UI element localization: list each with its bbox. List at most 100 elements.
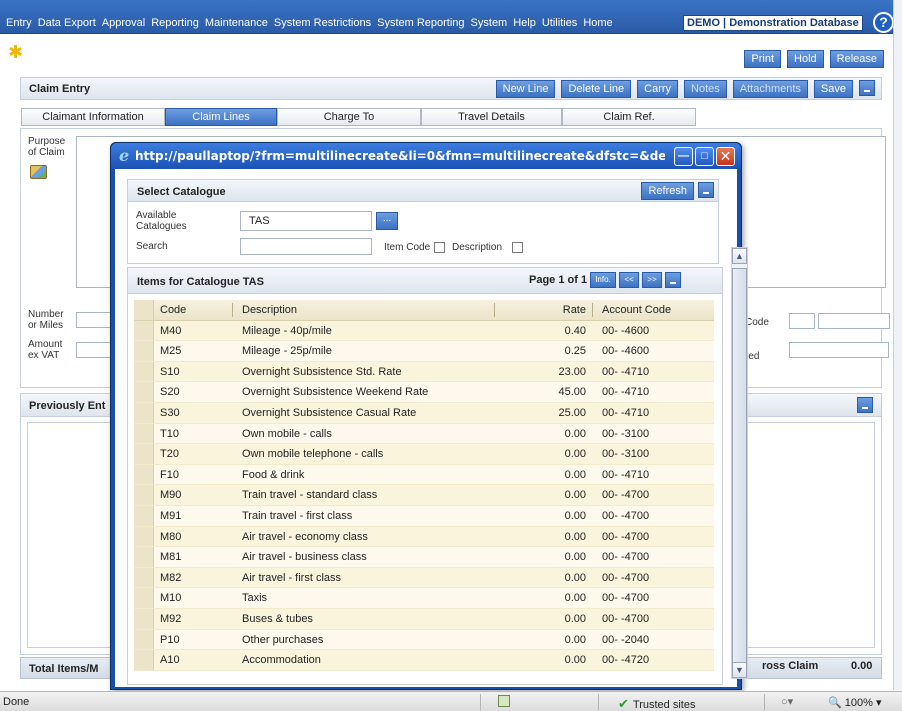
cell-account-code: 00- -4700 (602, 571, 650, 584)
row-selector[interactable] (134, 320, 154, 341)
collapse-button[interactable] (859, 80, 875, 96)
row-selector[interactable] (134, 444, 154, 464)
menu-item-system-reporting[interactable]: System Reporting (377, 17, 464, 29)
table-row[interactable]: S30 Overnight Subsistence Casual Rate 25.0… (134, 402, 714, 424)
table-row[interactable]: M80 Air travel - economy class 0.00 00- -47… (134, 526, 714, 548)
row-selector[interactable] (134, 464, 154, 485)
items-collapse-button[interactable] (665, 272, 681, 288)
col-code[interactable]: Code (160, 304, 186, 316)
menu-item-home[interactable]: Home (583, 17, 612, 29)
maximize-icon[interactable]: □ (695, 147, 714, 166)
security-zone[interactable]: ✔ Trusted sites (618, 696, 695, 711)
popup-titlebar[interactable]: e http://paullaptop/?frm=multilinecreate… (111, 143, 741, 169)
menu-item-approval[interactable]: Approval (102, 17, 145, 29)
required-field[interactable] (789, 342, 889, 358)
menu-item-reporting[interactable]: Reporting (151, 17, 199, 29)
row-selector[interactable] (134, 547, 154, 567)
scroll-down-icon[interactable]: ▼ (732, 662, 747, 678)
col-account-code[interactable]: Account Code (602, 304, 671, 316)
row-selector[interactable] (134, 567, 154, 588)
table-row[interactable]: S20 Overnight Subsistence Weekend Rate 45.… (134, 382, 714, 403)
zoom-level[interactable]: 🔍 100% ▾ (828, 696, 881, 709)
row-selector[interactable] (134, 588, 154, 608)
prev-page-button[interactable]: << (619, 272, 639, 288)
row-selector[interactable] (134, 608, 154, 629)
tab-travel-details[interactable]: Travel Details (421, 108, 562, 126)
menu-item-help[interactable]: Help (513, 17, 536, 29)
col-sep (592, 303, 593, 317)
row-selector[interactable] (134, 361, 154, 382)
row-selector[interactable] (134, 629, 154, 650)
table-row[interactable]: P10 Other purchases 0.00 00- -2040 (134, 629, 714, 651)
available-catalogues-field[interactable]: TAS (240, 211, 372, 231)
hold-button[interactable]: Hold (787, 50, 824, 68)
table-row[interactable]: S10 Overnight Subsistence Std. Rate 23.00 0… (134, 361, 714, 383)
menu-item-utilities[interactable]: Utilities (542, 17, 577, 29)
row-selector[interactable] (134, 402, 154, 423)
table-row[interactable]: M82 Air travel - first class 0.00 00- -4700 (134, 567, 714, 589)
table-row[interactable]: T20 Own mobile telephone - calls 0.00 00- -… (134, 444, 714, 465)
table-row[interactable]: M92 Buses & tubes 0.00 00- -4700 (134, 608, 714, 630)
browse-catalogues-button[interactable]: ... (376, 212, 398, 230)
menu-item-maintenance[interactable]: Maintenance (205, 17, 268, 29)
scroll-thumb[interactable] (732, 268, 747, 668)
favorite-star-icon[interactable]: ✱ (8, 43, 23, 61)
select-catalogue-collapse-button[interactable] (698, 182, 714, 198)
row-selector[interactable] (134, 423, 154, 444)
item-code-checkbox[interactable] (434, 242, 445, 253)
help-icon[interactable]: ? (873, 12, 894, 33)
close-icon[interactable]: ✕ (716, 147, 735, 166)
menu-item-data-export[interactable]: Data Export (38, 17, 96, 29)
tab-claim-lines[interactable]: Claim Lines (165, 108, 277, 126)
menu-item-system-restrictions[interactable]: System Restrictions (274, 17, 371, 29)
row-selector[interactable] (134, 650, 154, 670)
tab-claimant-information[interactable]: Claimant Information (21, 108, 165, 126)
row-selector[interactable] (134, 341, 154, 361)
notes-button[interactable]: Notes (684, 80, 727, 98)
attachments-button[interactable]: Attachments (732, 80, 808, 98)
search-input[interactable] (240, 238, 372, 255)
check-icon: ✔ (618, 696, 629, 711)
save-button[interactable]: Save (813, 80, 853, 98)
table-row[interactable]: M25 Mileage - 25p/mile 0.25 00- -4600 (134, 341, 714, 362)
table-row[interactable]: M10 Taxis 0.00 00- -4700 (134, 588, 714, 609)
catalogue-book-icon[interactable] (30, 165, 47, 179)
release-button[interactable]: Release (829, 50, 884, 68)
code-field[interactable] (818, 313, 890, 329)
table-row[interactable]: M40 Mileage - 40p/mile 0.40 00- -4600 (134, 320, 714, 342)
delete-line-button[interactable]: Delete Line (561, 80, 632, 98)
menu-item-entry[interactable]: Entry (6, 17, 32, 29)
row-selector[interactable] (134, 382, 154, 402)
cell-rate: 0.00 (564, 427, 586, 440)
next-page-button[interactable]: >> (642, 272, 662, 288)
table-row[interactable]: F10 Food & drink 0.00 00- -4710 (134, 464, 714, 486)
print-button[interactable]: Print (744, 50, 782, 68)
database-badge[interactable]: DEMO | Demonstration Database (683, 15, 863, 31)
new-line-button[interactable]: New Line (495, 80, 556, 98)
col-description[interactable]: Description (242, 304, 297, 316)
status-text: Done (3, 696, 30, 708)
table-row[interactable]: M90 Train travel - standard class 0.00 00- … (134, 485, 714, 506)
menu-item-system[interactable]: System (471, 17, 508, 29)
code-field-small[interactable] (789, 313, 815, 329)
col-rate[interactable]: Rate (514, 304, 586, 316)
info-button[interactable]: Info. (590, 272, 616, 288)
scroll-up-icon[interactable]: ▲ (732, 248, 747, 264)
tab-claim-ref[interactable]: Claim Ref. (562, 108, 696, 126)
description-checkbox[interactable] (512, 242, 523, 253)
table-row[interactable]: T10 Own mobile - calls 0.00 00- -3100 (134, 423, 714, 445)
table-row[interactable]: A10 Accommodation 0.00 00- -4720 (134, 650, 714, 671)
refresh-button[interactable]: Refresh (641, 182, 694, 200)
table-row[interactable]: M91 Train travel - first class 0.00 00- -47… (134, 505, 714, 527)
previously-entered-collapse-button[interactable] (857, 397, 873, 413)
carry-button[interactable]: Carry (637, 80, 679, 98)
row-selector[interactable] (134, 505, 154, 526)
popup-scrollbar[interactable]: ▲ ▼ (731, 247, 748, 679)
minimize-icon[interactable]: — (674, 147, 693, 166)
tab-charge-to[interactable]: Charge To (277, 108, 421, 126)
globe-icon[interactable]: ○▾ (781, 695, 793, 708)
page-scrollbar[interactable] (893, 0, 902, 690)
row-selector[interactable] (134, 485, 154, 505)
row-selector[interactable] (134, 526, 154, 547)
table-row[interactable]: M81 Air travel - business class 0.00 00- -4… (134, 547, 714, 568)
